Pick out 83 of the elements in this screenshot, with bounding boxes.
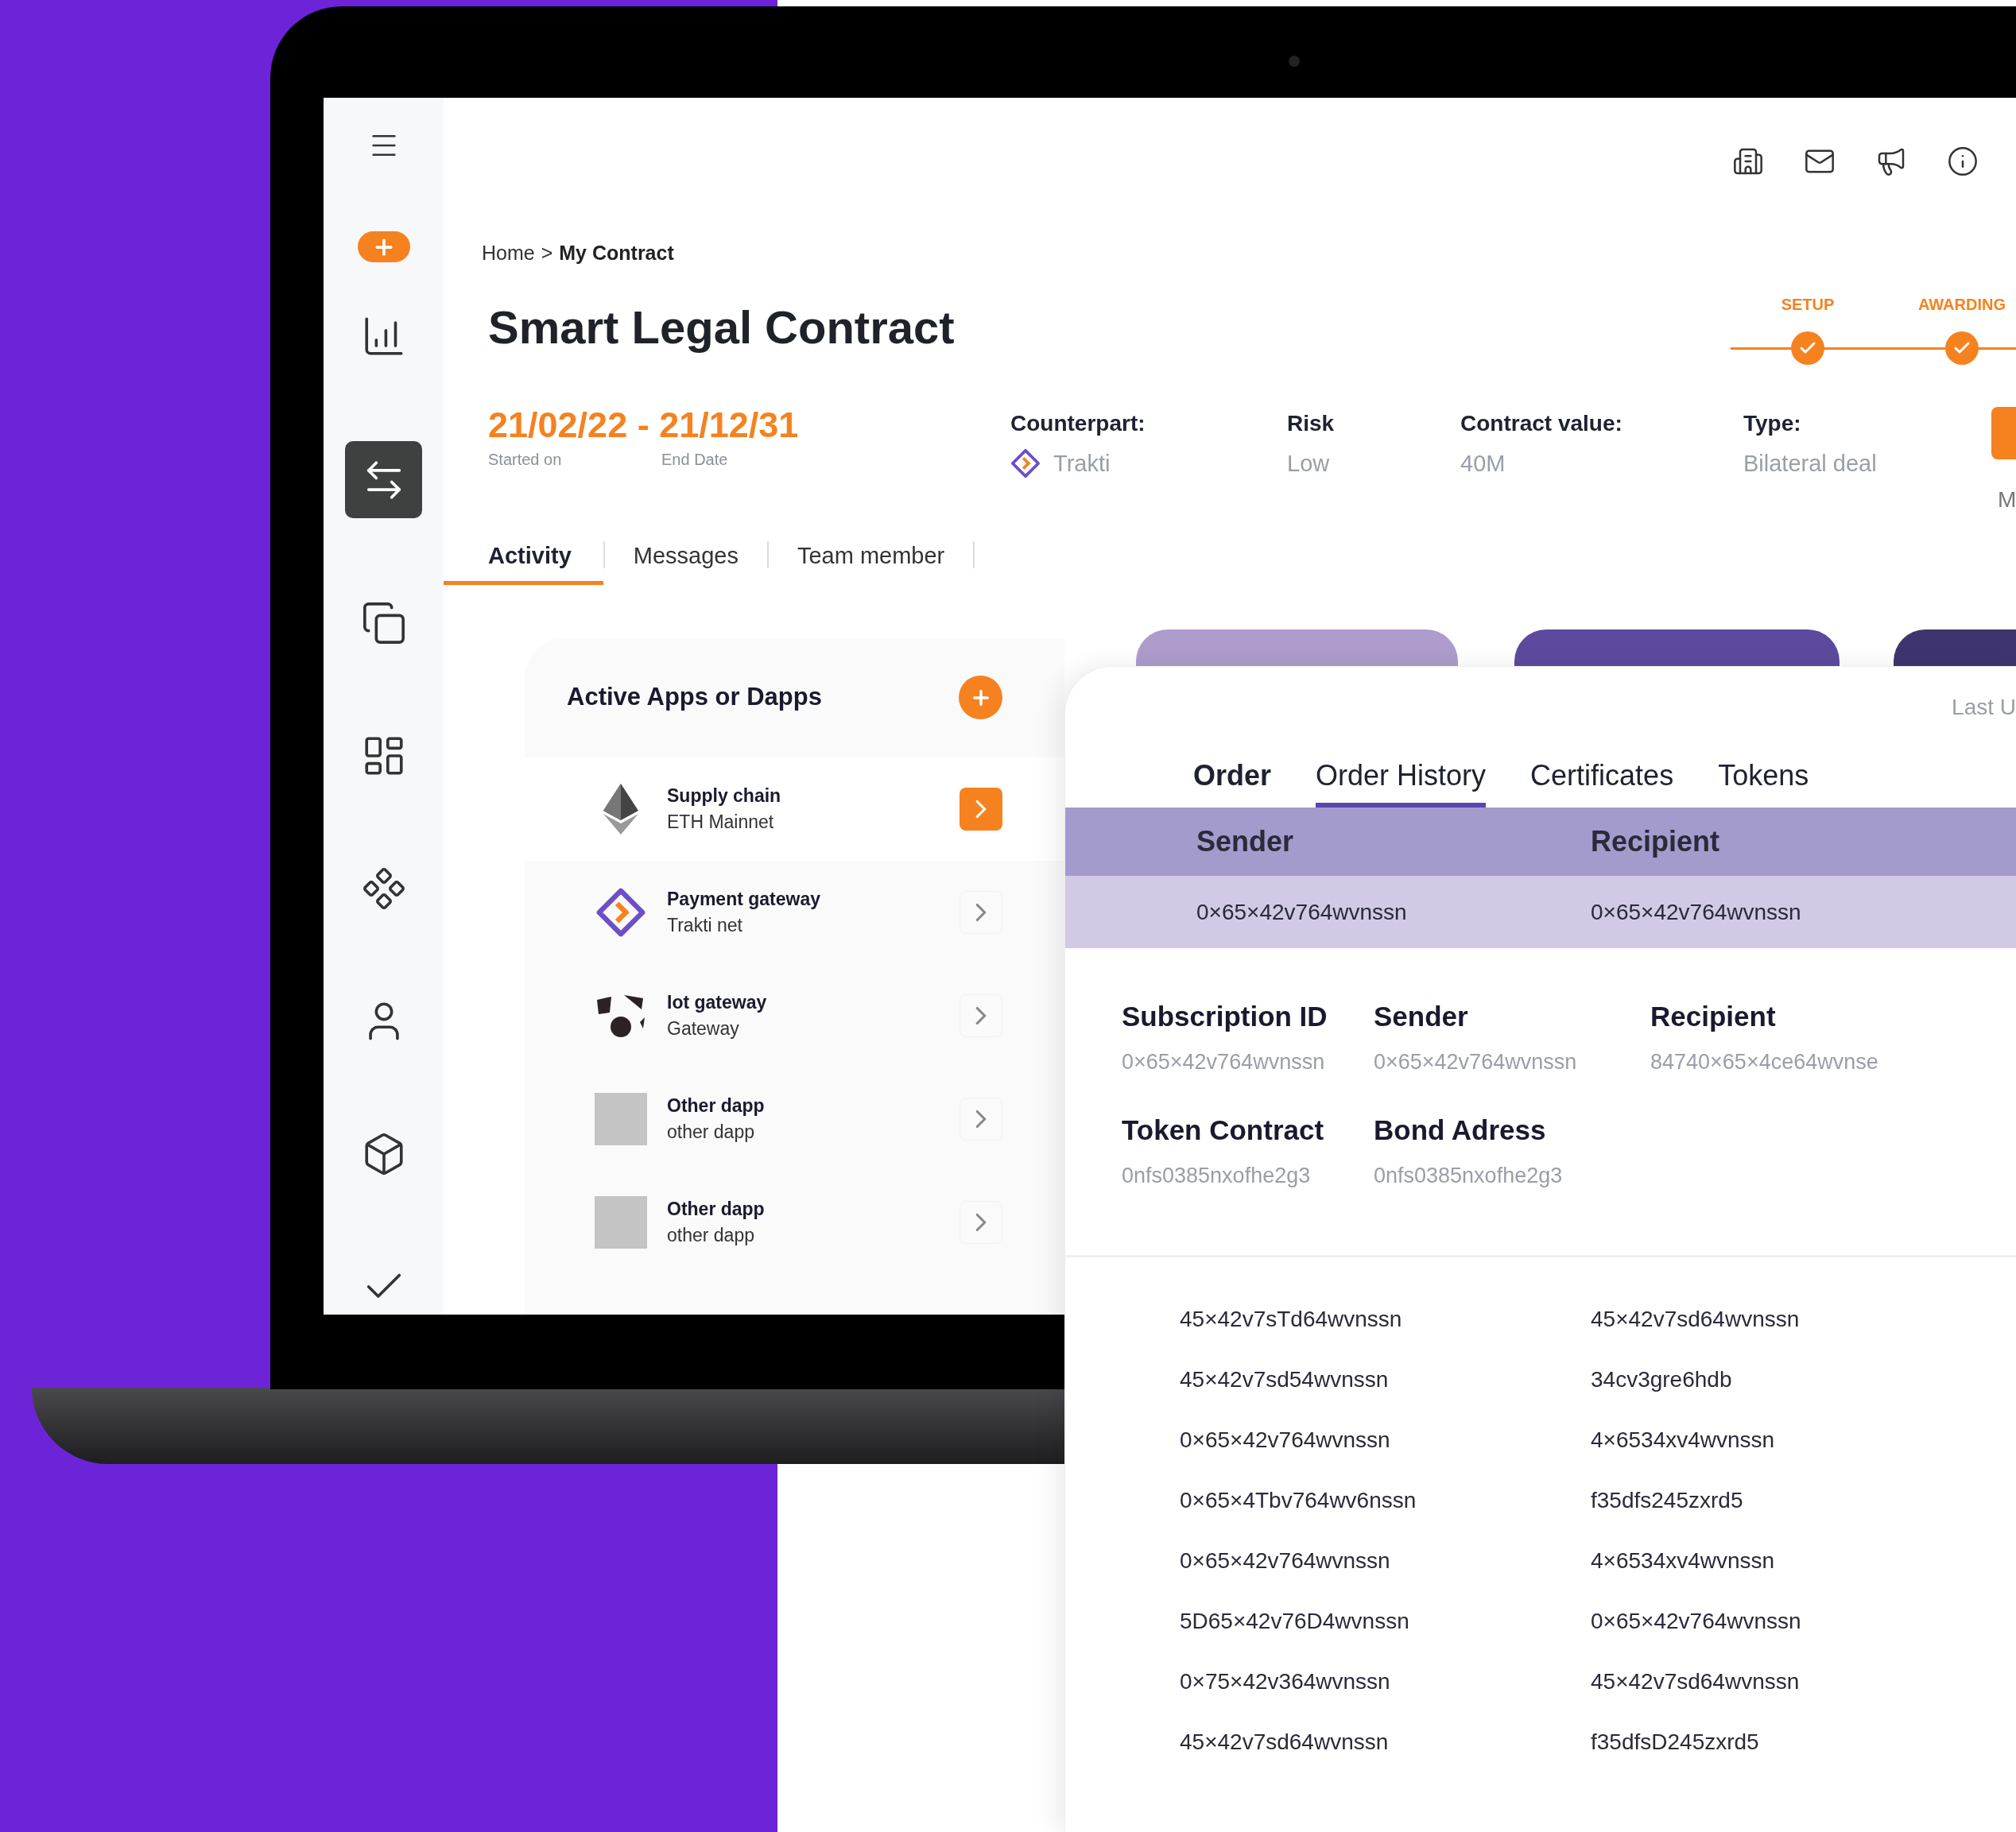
diamond-logo-icon: [1010, 448, 1041, 479]
info-label: Risk: [1287, 409, 1336, 437]
image-placeholder: [595, 1195, 647, 1249]
step-label: SETUP: [1781, 294, 1835, 315]
detail-label: Bond Adress: [1374, 1114, 1547, 1147]
detail-value: 84740×65×4ce64wvnse: [1650, 1048, 1879, 1075]
detail-value: 0nfs0385nxofhe2g3: [1122, 1162, 1312, 1189]
card-tab-button[interactable]: Certificates: [1530, 748, 1674, 808]
start-date-label: Started on: [488, 449, 563, 470]
detail-label: Subscription ID: [1122, 1000, 1328, 1033]
list-cell-text: 4×6534xv4wvnssn: [1591, 1547, 1775, 1574]
list-cell-text: 0×65×4Tbv764wv6nssn: [1180, 1487, 1417, 1514]
info-value: Trakti: [1053, 449, 1111, 478]
info-label: Contract value:: [1460, 409, 1623, 437]
info-value: Low: [1287, 449, 1330, 478]
detail-label: Recipient: [1650, 1000, 1777, 1033]
list-cell-text: 4×6534xv4wvnssn: [1591, 1427, 1775, 1454]
app-name: Iot gateway: [667, 990, 768, 1014]
add-app-button[interactable]: [959, 676, 1002, 719]
card-tab-button[interactable]: Tokens: [1718, 748, 1809, 808]
app-network: Gateway: [667, 1017, 740, 1040]
list-cell-text: 34cv3gre6hdb: [1591, 1366, 1732, 1393]
info-value: 40M: [1460, 449, 1506, 478]
app-network: Trakti net: [667, 913, 743, 937]
camera-icon: [1289, 56, 1300, 67]
tab[interactable]: Team member: [768, 532, 974, 585]
diamond-crystal-icon: [603, 783, 638, 835]
detail-value: 0×65×42v764wvnssn: [1122, 1048, 1326, 1075]
table-cell-text: 0×65×42v764wvnssn: [1591, 898, 1801, 926]
list-cell-text: 0×75×42v364wvnssn: [1180, 1668, 1391, 1695]
detail-label: Token Contract: [1122, 1114, 1325, 1147]
date-range: 21/02/22 - 21/12/31: [488, 406, 800, 443]
info-value: Bilateral deal: [1743, 449, 1877, 478]
open-app-button[interactable]: [960, 890, 1002, 934]
add-button[interactable]: [357, 231, 410, 262]
list-cell-text: 45×42v7sd64wvnssn: [1591, 1306, 1800, 1333]
info-label: Type:: [1743, 409, 1802, 437]
detail-value: 0×65×42v764wvnssn: [1374, 1048, 1578, 1075]
list-cell-text: 45×42v7sd64wvnssn: [1180, 1729, 1390, 1756]
open-app-button[interactable]: [960, 1097, 1002, 1141]
app-name: Other dapp: [667, 1197, 766, 1221]
sidebar-item[interactable]: [345, 441, 422, 518]
image-placeholder: [595, 1092, 647, 1145]
info-icon[interactable]: [1947, 145, 1979, 177]
list-cell-text: 45×42v7sd54wvnssn: [1180, 1366, 1390, 1393]
app-network: ETH Mainnet: [667, 810, 775, 834]
apps-title: Active Apps or Dapps: [567, 682, 822, 713]
card-tab-button[interactable]: Order: [1193, 748, 1272, 808]
app-network: other dapp: [667, 1120, 755, 1144]
info-label: Counterpart:: [1010, 409, 1146, 437]
list-cell-text: 0×65×42v764wvnssn: [1180, 1427, 1391, 1454]
detail-value: 0nfs0385nxofhe2g3: [1374, 1162, 1564, 1189]
list-cell-text: f35dfsD245zxrd5: [1591, 1729, 1759, 1756]
list-cell-text: 5D65×42v76D4wvnssn: [1180, 1608, 1410, 1635]
diamond-logo-icon: [595, 886, 646, 938]
list-cell-text: f35dfs245zxrd5: [1591, 1487, 1743, 1514]
side-note: M: [1998, 486, 2016, 513]
tab[interactable]: Activity: [444, 532, 603, 585]
app-name: Payment gateway: [667, 887, 822, 911]
tab[interactable]: Messages: [604, 532, 767, 585]
detail-label: Sender: [1374, 1000, 1469, 1033]
breadcrumb-link[interactable]: My Contract: [559, 238, 674, 269]
list-cell-text: 0×65×42v764wvnssn: [1591, 1608, 1801, 1635]
list-cell-text: 45×42v7sTd64wvnssn: [1180, 1306, 1403, 1333]
open-app-button[interactable]: [960, 787, 1002, 831]
blob-pattern-icon: [595, 993, 646, 1038]
breadcrumb-separator: >: [541, 241, 553, 265]
table-cell-text: 0×65×42v764wvnssn: [1196, 898, 1408, 926]
app-row[interactable]: Supply chain ETH Mainnet: [525, 757, 1064, 861]
step-label: AWARDING: [1918, 294, 2006, 315]
open-app-button[interactable]: [960, 1200, 1002, 1244]
open-app-button[interactable]: [960, 993, 1002, 1037]
app-network: other dapp: [667, 1223, 755, 1247]
column-header: Recipient: [1591, 824, 1720, 859]
list-cell-text: 0×65×42v764wvnssn: [1180, 1547, 1391, 1574]
last-update-text: Last U: [1952, 694, 2016, 721]
column-header: Sender: [1196, 824, 1295, 859]
list-cell-text: 45×42v7sd64wvnssn: [1591, 1668, 1800, 1695]
breadcrumb-link[interactable]: Home: [482, 238, 535, 269]
app-name: Other dapp: [667, 1094, 766, 1117]
page-title: Smart Legal Contract: [488, 300, 955, 354]
app-name: Supply chain: [667, 784, 782, 808]
end-date-label: End Date: [661, 449, 728, 470]
